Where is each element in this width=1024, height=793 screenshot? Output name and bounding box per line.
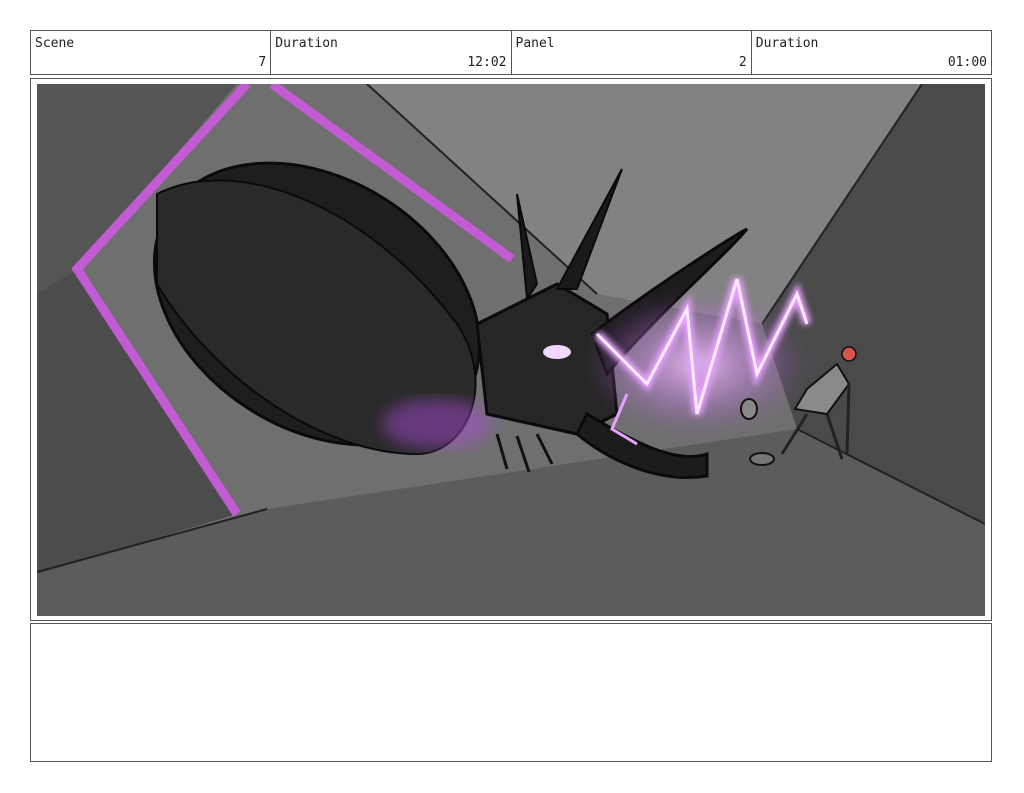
beetle-eye	[543, 345, 571, 359]
notes-box	[30, 623, 992, 762]
robot-foot	[749, 452, 775, 466]
panel-value: 2	[738, 55, 747, 70]
robot-head	[841, 346, 857, 362]
panel-duration-cell: Duration 01:00	[752, 31, 991, 74]
storyboard-header: Scene 7 Duration 12:02 Panel 2 Duration …	[30, 30, 992, 75]
panel-frame	[30, 78, 992, 621]
storyboard-panel-drawing	[37, 84, 985, 616]
panel-duration-label: Duration	[755, 36, 819, 51]
panel-label: Panel	[515, 36, 555, 51]
body-glow	[382, 399, 492, 449]
scene-duration-value: 12:02	[467, 55, 507, 70]
panel-cell: Panel 2	[512, 31, 752, 74]
scene-duration-cell: Duration 12:02	[271, 31, 512, 74]
panel-duration-value: 01:00	[947, 55, 987, 70]
scene-cell: Scene 7	[31, 31, 272, 74]
scene-value: 7	[258, 55, 267, 70]
scene-duration-label: Duration	[275, 36, 338, 51]
robot-debris	[740, 398, 758, 420]
scene-label: Scene	[35, 36, 75, 51]
